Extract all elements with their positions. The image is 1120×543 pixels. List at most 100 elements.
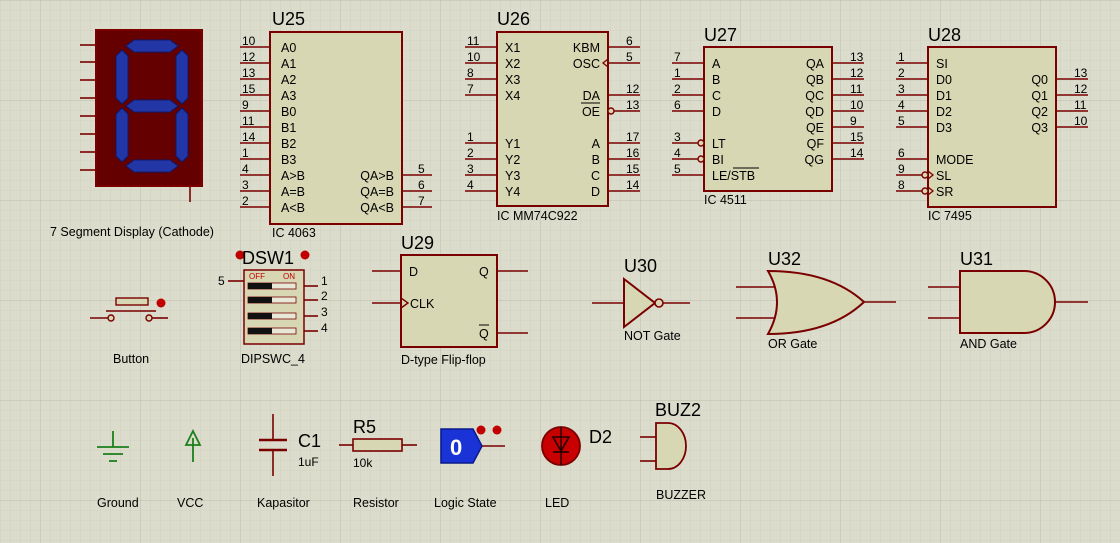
u25-pin-name: B3 xyxy=(281,153,296,167)
u28-pin-name: Q0 xyxy=(1031,73,1048,87)
r5-ref: R5 xyxy=(353,417,376,437)
u27-pin-name: C xyxy=(712,89,721,103)
u28-pin-number: 2 xyxy=(898,66,905,80)
u26-pin-number: 3 xyxy=(467,162,474,176)
u25-pin-number: 5 xyxy=(418,162,425,176)
schematic-canvas[interactable]: 7 Segment Display (Cathode) U25 10 A012 A1… xyxy=(0,0,1120,543)
u28-pin-number: 11 xyxy=(1074,98,1087,112)
dsw1-off-label: OFF xyxy=(249,272,265,281)
c1-label: Kapasitor xyxy=(257,496,310,510)
u27-pin-name: BI xyxy=(712,153,724,167)
u25-pin-number: 9 xyxy=(242,98,249,112)
u26-pin-name: A xyxy=(592,137,601,151)
vcc-label: VCC xyxy=(177,496,203,510)
u27-pin-name: D xyxy=(712,105,721,119)
u25-pin-number: 4 xyxy=(242,162,249,176)
u27-pin-4-inversion xyxy=(697,155,705,163)
u27-pin-number: 15 xyxy=(850,130,864,144)
u26-pin-name: Y4 xyxy=(505,185,520,199)
u28-pin-name: D1 xyxy=(936,89,952,103)
u27-pin-number: 12 xyxy=(850,66,864,80)
u28-pin-name: D3 xyxy=(936,121,952,135)
u26-pin-name: D xyxy=(591,185,600,199)
u26-pin-number: 16 xyxy=(626,146,640,160)
u26-pin-number: 4 xyxy=(467,178,474,192)
u26-pin-name: X4 xyxy=(505,89,520,103)
u28-ref: U28 xyxy=(928,25,961,45)
u28-pin-name: Q3 xyxy=(1031,121,1048,135)
u25-pin-name: QA=B xyxy=(360,185,394,199)
u28-pin-number: 12 xyxy=(1074,82,1088,96)
u25-pin-number: 7 xyxy=(418,194,425,208)
u26-pin-number: 15 xyxy=(626,162,640,176)
u25-pin-name: A>B xyxy=(281,169,305,183)
u27-pin-number: 3 xyxy=(674,130,681,144)
u25-ref: U25 xyxy=(272,9,305,29)
u26-pin-name: Y2 xyxy=(505,153,520,167)
u28-pin-name: D0 xyxy=(936,73,952,87)
u26-pin-name: C xyxy=(591,169,600,183)
u26-pin-number: 6 xyxy=(626,34,633,48)
dsw1-label: DIPSWC_4 xyxy=(241,352,305,366)
u27-pin-number: 5 xyxy=(674,162,681,176)
u25-pin-number: 6 xyxy=(418,178,425,192)
u25-pin-number: 13 xyxy=(242,66,256,80)
u26-pin-number: 11 xyxy=(467,34,480,48)
u28-pin-name: Q1 xyxy=(1031,89,1048,103)
u26-ref: U26 xyxy=(497,9,530,29)
u28-pin-name: MODE xyxy=(936,153,974,167)
u27-pin-name: LT xyxy=(712,137,726,151)
u25-pin-number: 15 xyxy=(242,82,256,96)
u27-pin-name: QG xyxy=(805,153,824,167)
buz2-ref: BUZ2 xyxy=(655,400,701,420)
u27-pin-number: 6 xyxy=(674,98,681,112)
u28-pin-number: 9 xyxy=(898,162,905,176)
u28-pin-name: SL xyxy=(936,169,951,183)
u26-pin-number: 1 xyxy=(467,130,474,144)
u25-pin-name: A0 xyxy=(281,41,296,55)
u25-pin-number: 10 xyxy=(242,34,256,48)
u26-pin-name: OE xyxy=(582,105,600,119)
u25-pin-name: A<B xyxy=(281,201,305,215)
u27-ref: U27 xyxy=(704,25,737,45)
u29-clk-label: CLK xyxy=(410,297,435,311)
u29-label: D-type Flip-flop xyxy=(401,353,486,367)
seven-segment-label: 7 Segment Display (Cathode) xyxy=(50,225,214,239)
u28-pin-name: SI xyxy=(936,57,948,71)
u27-pin-number: 7 xyxy=(674,50,681,64)
r5-label: Resistor xyxy=(353,496,399,510)
u27-pin-number: 9 xyxy=(850,114,857,128)
u25-pin-name: B0 xyxy=(281,105,296,119)
u25-pin-name: A=B xyxy=(281,185,305,199)
d2-ref: D2 xyxy=(589,427,612,447)
logic-probe-left xyxy=(476,425,486,435)
u26-pin-number: 7 xyxy=(467,82,474,96)
dsw1-pin-2: 2 xyxy=(321,289,328,303)
u26-pin-number: 13 xyxy=(626,98,640,112)
u25-pin-number: 1 xyxy=(242,146,249,160)
u29-ref: U29 xyxy=(401,233,434,253)
u26-pin-number: 12 xyxy=(626,82,640,96)
u25-pin-name: B1 xyxy=(281,121,296,135)
u28-pin-name: D2 xyxy=(936,105,952,119)
u25-pin-number: 3 xyxy=(242,178,249,192)
u28-pin-number: 3 xyxy=(898,82,905,96)
u29-q-label: Q xyxy=(479,265,489,279)
dsw1-pin-1: 1 xyxy=(321,274,328,288)
u25-pin-name: B2 xyxy=(281,137,296,151)
u27-pin-number: 13 xyxy=(850,50,864,64)
u32-ref: U32 xyxy=(768,249,801,269)
buz2-label: BUZZER xyxy=(656,488,706,502)
u31-label: AND Gate xyxy=(960,337,1017,351)
u25-pin-number: 14 xyxy=(242,130,256,144)
u28-pin-9-inversion xyxy=(921,171,929,179)
u28-pin-number: 1 xyxy=(898,50,905,64)
u32-label: OR Gate xyxy=(768,337,817,351)
u29-qbar-label: Q xyxy=(479,327,489,341)
u26-pin-name: X2 xyxy=(505,57,520,71)
u26-pin-name: X1 xyxy=(505,41,520,55)
u27-pin-name: A xyxy=(712,57,721,71)
u27-pin-number: 2 xyxy=(674,82,681,96)
u27-pin-name: QD xyxy=(805,105,824,119)
u27-pin-name: QE xyxy=(806,121,824,135)
